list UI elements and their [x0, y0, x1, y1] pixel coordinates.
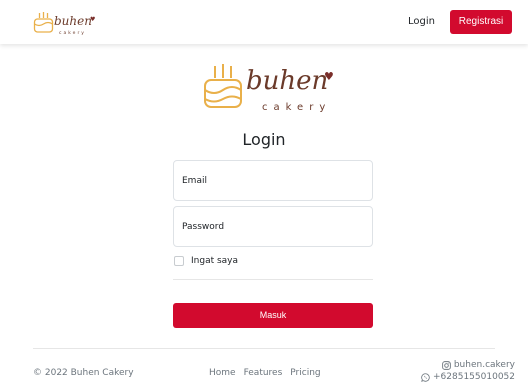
email-field[interactable] — [173, 160, 373, 201]
instagram-link[interactable]: buhen.cakery — [421, 359, 515, 371]
nav-logo-name: buhen — [54, 14, 92, 28]
password-field[interactable] — [173, 206, 373, 247]
nav-login-link[interactable]: Login — [408, 16, 435, 27]
whatsapp-link[interactable]: +6285155010052 — [421, 371, 515, 383]
form-divider — [173, 279, 373, 280]
heart-icon: ♥ — [90, 16, 95, 23]
whatsapp-number: +6285155010052 — [433, 372, 515, 382]
remember-checkbox[interactable] — [174, 256, 184, 266]
nav-logo-tagline: cakery — [59, 30, 86, 36]
instagram-icon — [442, 360, 451, 370]
heart-icon: ♥ — [324, 70, 334, 83]
footer-link-home[interactable]: Home — [209, 368, 236, 378]
footer-divider — [33, 348, 495, 349]
footer-link-features[interactable]: Features — [244, 368, 283, 378]
instagram-handle: buhen.cakery — [453, 360, 515, 370]
nav-logo[interactable]: buhen ♥ cakery — [33, 7, 113, 37]
cake-icon — [204, 64, 242, 108]
whatsapp-icon — [421, 372, 430, 382]
main-logo-tagline: cakery — [262, 102, 331, 113]
page-title: Login — [242, 130, 286, 149]
footer-link-pricing[interactable]: Pricing — [290, 368, 320, 378]
navbar: buhen ♥ cakery Login Registrasi — [0, 0, 528, 44]
cake-icon — [33, 12, 54, 33]
submit-button[interactable]: Masuk — [173, 303, 373, 328]
footer-nav: Home Features Pricing — [209, 368, 321, 378]
remember-me[interactable]: Ingat saya — [174, 256, 238, 266]
social-links: buhen.cakery +6285155010052 — [421, 359, 515, 383]
remember-label: Ingat saya — [191, 256, 239, 266]
main-logo: buhen ♥ cakery — [204, 64, 334, 113]
nav-register-button[interactable]: Registrasi — [450, 10, 512, 34]
main-logo-name: buhen — [246, 66, 328, 96]
copyright: © 2022 Buhen Cakery — [33, 368, 134, 378]
